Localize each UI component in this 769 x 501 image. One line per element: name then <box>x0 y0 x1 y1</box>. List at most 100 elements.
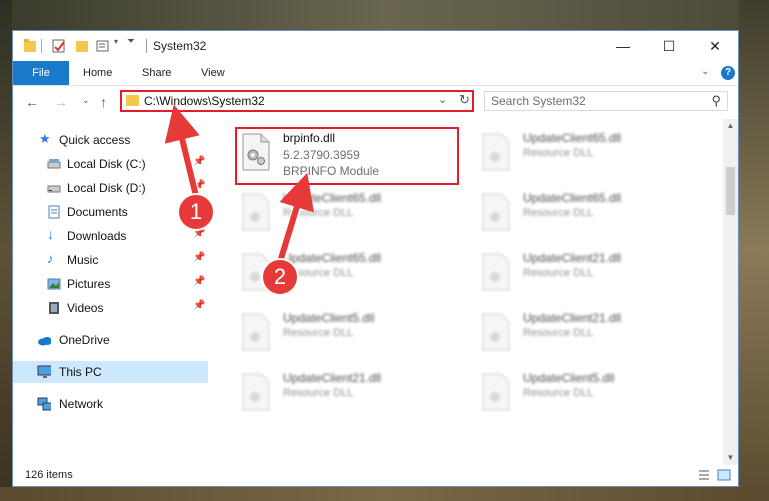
file-tile[interactable]: UpdateClient5.dll Resource DLL <box>477 369 703 425</box>
status-bar: 126 items <box>13 465 738 486</box>
file-tile[interactable]: UpdateClient21.dll Resource DLL <box>477 249 703 305</box>
file-name: UpdateClient65.dll <box>523 131 622 145</box>
sidebar-item-label: Videos <box>67 301 104 315</box>
star-icon: ★ <box>39 131 51 146</box>
ribbon-tabs: File Home Share View ⌄ ? <box>13 61 738 86</box>
search-input[interactable] <box>491 94 691 108</box>
file-name: UpdateClient65.dll <box>523 191 622 205</box>
chevron-down-icon[interactable]: ⌄ <box>438 93 447 106</box>
details-view-icon[interactable] <box>697 468 711 482</box>
sidebar-item-label: Documents <box>67 205 128 219</box>
sidebar-item-label: OneDrive <box>59 333 110 347</box>
back-icon[interactable]: ← <box>25 94 39 110</box>
tab-view[interactable]: View <box>201 61 225 85</box>
file-type: Resource DLL <box>523 387 594 399</box>
sidebar-item-local-disk-d[interactable]: Local Disk (D:) 📌 <box>13 177 208 199</box>
file-tile[interactable]: UpdateClient21.dll Resource DLL <box>237 369 463 425</box>
properties-icon[interactable] <box>51 38 67 54</box>
tab-home[interactable]: Home <box>83 61 112 85</box>
step-1-badge: 1 <box>177 193 215 231</box>
maximize-button[interactable]: ☐ <box>646 31 692 61</box>
vertical-scrollbar[interactable]: ▲ ▼ <box>723 119 738 465</box>
file-tile[interactable]: UpdateClient5.dll Resource DLL <box>237 309 463 365</box>
sidebar-item-downloads[interactable]: ↓ Downloads 📌 <box>13 225 208 247</box>
file-tile[interactable]: UpdateClient65.dll Resource DLL <box>477 129 703 185</box>
recent-locations-icon[interactable]: ⌄ <box>82 95 90 106</box>
rename-icon[interactable] <box>96 38 112 54</box>
downloads-icon: ↓ <box>47 226 54 242</box>
file-name: UpdateClient5.dll <box>523 371 615 385</box>
separator <box>41 39 42 53</box>
title-separator <box>146 39 147 53</box>
documents-icon <box>48 205 60 219</box>
sidebar-item-local-disk-c[interactable]: Local Disk (C:) 📌 <box>13 153 208 175</box>
sidebar-item-music[interactable]: ♪ Music 📌 <box>13 249 208 271</box>
scroll-thumb[interactable] <box>726 167 735 215</box>
file-tile[interactable]: UpdateClient21.dll Resource DLL <box>477 309 703 365</box>
sidebar-item-this-pc[interactable]: This PC <box>13 361 208 383</box>
onedrive-icon <box>38 337 51 346</box>
sidebar-item-label: Quick access <box>59 133 131 147</box>
search-icon[interactable]: ⚲ <box>711 93 721 109</box>
refresh-icon[interactable]: ↻ <box>459 92 470 108</box>
minimize-button[interactable]: — <box>600 31 646 61</box>
file-name: UpdateClient65.dll <box>283 191 382 205</box>
large-icons-view-icon[interactable] <box>717 468 731 482</box>
pin-icon[interactable]: 📌 <box>193 252 205 263</box>
file-name: UpdateClient5.dll <box>283 311 375 325</box>
sidebar-item-label: Local Disk (D:) <box>67 181 146 195</box>
forward-icon[interactable]: → <box>54 94 68 110</box>
file-tile[interactable]: UpdateClient65.dll Resource DLL <box>237 189 463 245</box>
sidebar-item-videos[interactable]: Videos 📌 <box>13 297 208 319</box>
sidebar-item-network[interactable]: Network <box>13 393 208 415</box>
navigation-pane: ★ Quick access Local Disk (C:) 📌 Local D… <box>13 119 208 465</box>
sidebar-item-onedrive[interactable]: OneDrive <box>13 329 208 351</box>
dll-file-icon <box>482 373 510 411</box>
sidebar-item-quick-access[interactable]: ★ Quick access <box>13 129 208 151</box>
pin-icon[interactable]: 📌 <box>193 300 205 311</box>
dll-file-icon <box>482 133 510 171</box>
sidebar-item-label: Local Disk (C:) <box>67 157 146 171</box>
file-tile[interactable]: UpdateClient65.dll Resource DLL <box>477 189 703 245</box>
sidebar-item-label: Downloads <box>67 229 127 243</box>
chevron-down-icon[interactable]: ▾ <box>114 37 118 53</box>
file-name: UpdateClient21.dll <box>523 251 622 265</box>
dll-file-icon <box>242 373 270 411</box>
close-button[interactable]: ✕ <box>692 31 738 61</box>
title-bar: ▾ ⏷ System32 — ☐ ✕ <box>13 31 738 61</box>
pin-icon[interactable]: 📌 <box>193 276 205 287</box>
music-icon: ♪ <box>47 251 54 266</box>
file-type: Resource DLL <box>283 207 354 219</box>
file-name: UpdateClient65.dll <box>283 251 382 265</box>
highlight-box <box>235 127 459 185</box>
dll-file-icon <box>242 193 270 231</box>
address-bar[interactable]: C:\Windows\System32 ⌄ ↻ <box>120 90 474 112</box>
expand-ribbon-icon[interactable]: ⌄ <box>701 66 709 77</box>
sidebar-item-label: Pictures <box>67 277 111 291</box>
folder-icon <box>24 39 36 52</box>
pin-icon[interactable]: 📌 <box>193 180 205 191</box>
help-icon[interactable]: ? <box>721 66 735 80</box>
scroll-up-icon[interactable]: ▲ <box>723 119 738 133</box>
search-box[interactable]: ⚲ <box>484 91 728 111</box>
pin-icon[interactable]: 📌 <box>193 156 205 167</box>
dll-file-icon <box>482 313 510 351</box>
sidebar-item-label: Music <box>67 253 99 267</box>
explorer-window: ▾ ⏷ System32 — ☐ ✕ File Home Share View … <box>12 30 739 487</box>
sidebar-item-pictures[interactable]: Pictures 📌 <box>13 273 208 295</box>
tab-file[interactable]: File <box>13 61 69 85</box>
file-type: Resource DLL <box>523 327 594 339</box>
customize-toolbar-icon[interactable]: ⏷ <box>127 36 135 52</box>
dll-file-icon <box>482 193 510 231</box>
network-icon <box>37 397 51 411</box>
file-name: UpdateClient21.dll <box>523 311 622 325</box>
scroll-down-icon[interactable]: ▼ <box>723 451 738 465</box>
address-path[interactable]: C:\Windows\System32 <box>144 94 265 108</box>
this-pc-icon <box>37 365 51 378</box>
drive-icon <box>47 185 61 193</box>
new-folder-icon[interactable] <box>75 38 89 54</box>
up-icon[interactable]: ↑ <box>100 94 107 110</box>
file-type: Resource DLL <box>283 387 354 399</box>
folder-icon <box>126 95 139 106</box>
tab-share[interactable]: Share <box>142 61 171 85</box>
